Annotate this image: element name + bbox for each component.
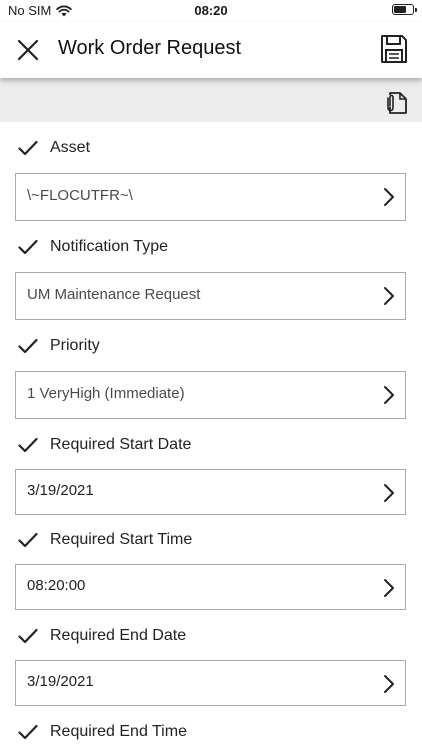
status-time: 08:20 bbox=[194, 3, 228, 18]
field-label-required-start-time: Required Start Time bbox=[18, 531, 192, 549]
chevron-right-icon bbox=[384, 675, 394, 693]
priority-field[interactable]: 1 VeryHigh (Immediate) bbox=[15, 371, 406, 419]
required-end-date-field[interactable]: 3/19/2021 bbox=[15, 660, 406, 706]
field-value: 1 VeryHigh (Immediate) bbox=[27, 385, 185, 402]
attachment-toolbar bbox=[0, 78, 422, 122]
check-icon bbox=[18, 239, 38, 255]
save-icon[interactable] bbox=[380, 34, 408, 64]
field-label-text: Notification Type bbox=[50, 238, 168, 255]
check-icon bbox=[18, 724, 38, 740]
chevron-right-icon bbox=[384, 287, 394, 305]
attachment-icon[interactable] bbox=[384, 89, 408, 115]
battery-icon bbox=[392, 4, 417, 15]
chevron-right-icon bbox=[384, 386, 394, 404]
field-value: 3/19/2021 bbox=[27, 482, 94, 499]
required-start-time-field[interactable]: 08:20:00 bbox=[15, 564, 406, 610]
check-icon bbox=[18, 140, 38, 156]
notification-type-field[interactable]: UM Maintenance Request bbox=[15, 272, 406, 320]
field-label-text: Required Start Time bbox=[50, 531, 193, 548]
field-label-required-start-date: Required Start Date bbox=[18, 436, 191, 454]
required-start-date-field[interactable]: 3/19/2021 bbox=[15, 469, 406, 515]
chevron-right-icon bbox=[384, 579, 394, 597]
field-label-required-end-time: Required End Time bbox=[18, 723, 187, 741]
check-icon bbox=[18, 532, 38, 548]
asset-field[interactable]: \~FLOCUTFR~\ bbox=[15, 173, 406, 221]
page-title: Work Order Request bbox=[58, 37, 242, 59]
chevron-right-icon bbox=[384, 188, 394, 206]
field-label-asset: Asset bbox=[18, 139, 90, 157]
app-header: Work Order Request bbox=[0, 22, 422, 78]
close-icon[interactable] bbox=[14, 36, 42, 64]
field-value: 3/19/2021 bbox=[27, 673, 94, 690]
status-bar: No SIM 08:20 bbox=[0, 0, 422, 22]
field-label-text: Asset bbox=[50, 139, 91, 156]
field-label-text: Priority bbox=[50, 337, 100, 354]
chevron-right-icon bbox=[384, 484, 394, 502]
field-value: UM Maintenance Request bbox=[27, 286, 201, 303]
check-icon bbox=[18, 437, 38, 453]
field-label-required-end-date: Required End Date bbox=[18, 627, 186, 645]
check-icon bbox=[18, 628, 38, 644]
check-icon bbox=[18, 338, 38, 354]
field-value: 08:20:00 bbox=[27, 577, 86, 594]
field-value: \~FLOCUTFR~\ bbox=[27, 187, 133, 204]
field-label-text: Required Start Date bbox=[50, 436, 192, 453]
field-label-text: Required End Time bbox=[50, 723, 187, 740]
field-label-text: Required End Date bbox=[50, 627, 187, 644]
field-label-notification-type: Notification Type bbox=[18, 238, 168, 256]
field-label-priority: Priority bbox=[18, 337, 100, 355]
